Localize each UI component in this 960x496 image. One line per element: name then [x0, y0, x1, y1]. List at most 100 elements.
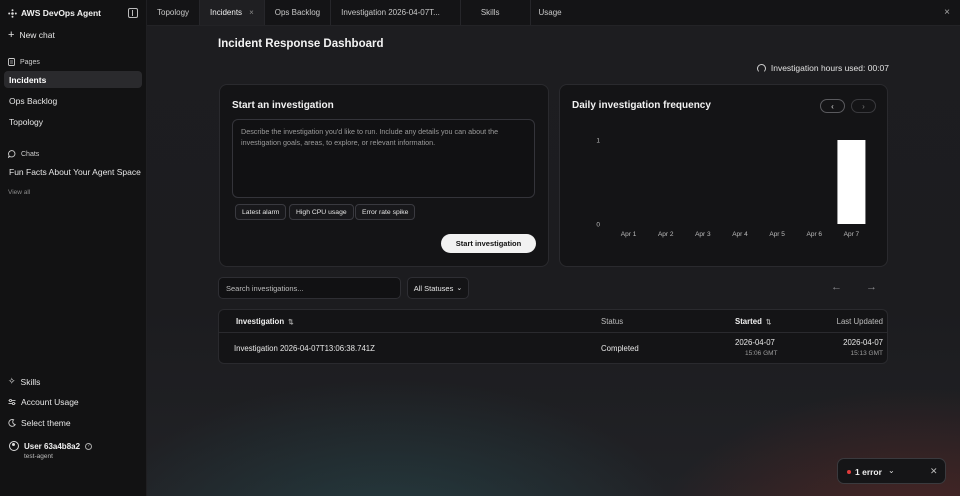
sidebar-item-ops-backlog[interactable]: Ops Backlog — [4, 92, 142, 109]
tab-investigation[interactable]: Investigation 2026-04-07T... — [331, 0, 461, 25]
column-header-status: Status — [601, 317, 623, 326]
chat-item-label: Fun Facts About Your Agent Space — [9, 166, 141, 177]
arrow-left-icon[interactable]: ← — [831, 281, 842, 293]
started-date: 2026-04-07 — [735, 338, 775, 347]
chart-bar[interactable] — [837, 140, 866, 224]
start-investigation-button[interactable]: Start investigation — [441, 234, 536, 253]
tab-label: Ops Backlog — [274, 8, 321, 17]
error-dot-icon — [847, 470, 851, 474]
column-header-started[interactable]: Started ⇅ — [735, 317, 771, 326]
column-header-investigation[interactable]: Investigation ⇅ — [236, 317, 294, 326]
help-icon[interactable]: ? — [85, 442, 93, 450]
chip-high-cpu-usage[interactable]: High CPU usage — [289, 204, 354, 220]
sidebar-item-select-theme[interactable]: Select theme — [8, 418, 71, 428]
sidebar: AWS DevOps Agent + New chat Pages Incide… — [0, 0, 147, 496]
investigation-description-input[interactable]: Describe the investigation you'd like to… — [232, 119, 535, 198]
pages-heading: Pages — [8, 58, 40, 66]
frequency-chart: 0 1 Apr 1 Apr 2 Apr 3 Apr 4 Apr 5 Apr 6 Apr 7 — [596, 138, 866, 238]
sidebar-item-topology[interactable]: Topology — [4, 113, 142, 130]
sidebar-item-incidents[interactable]: Incidents — [4, 71, 142, 88]
chats-heading-label: Chats — [21, 150, 40, 158]
sparkle-icon: ✧ — [8, 376, 16, 386]
x-tick-label: Apr 2 — [658, 231, 674, 238]
plus-icon: + — [8, 29, 15, 41]
table-row[interactable]: Investigation 2026-04-07T13:06:38.741Z C… — [219, 333, 887, 363]
start-investigation-title: Start an investigation — [232, 100, 334, 111]
tab-ops-backlog[interactable]: Ops Backlog — [265, 0, 332, 25]
view-all-link[interactable]: View all — [8, 189, 30, 196]
error-toast[interactable]: 1 error ⌄ ✕ — [837, 458, 946, 484]
pages-heading-label: Pages — [20, 58, 40, 66]
sidebar-item-label: Ops Backlog — [9, 95, 58, 106]
status-text: Completed — [601, 344, 639, 353]
x-tick-label: Apr 1 — [621, 231, 637, 238]
column-label: Investigation — [236, 317, 285, 326]
chats-heading: Chats — [8, 150, 39, 158]
gauge-icon — [756, 63, 766, 73]
status-filter-select[interactable]: All Statuses ⌄ — [407, 277, 469, 299]
x-tick-label: Apr 5 — [769, 231, 785, 238]
main-content: Incident Response Dashboard Investigatio… — [147, 26, 960, 496]
column-header-last-updated: Last Updated — [837, 317, 883, 326]
x-tick-label: Apr 6 — [807, 231, 823, 238]
user-profile[interactable]: User 63a4b8a2 ? test-agent — [9, 441, 93, 460]
chip-latest-alarm[interactable]: Latest alarm — [235, 204, 287, 220]
user-name: User 63a4b8a2 — [24, 441, 81, 451]
tab-topology[interactable]: Topology — [147, 0, 201, 25]
x-tick-label: Apr 3 — [695, 231, 711, 238]
close-icon[interactable]: × — [944, 7, 950, 18]
sliders-icon — [8, 398, 16, 406]
sidebar-item-label: Select theme — [21, 418, 71, 428]
tab-label: Incidents — [210, 8, 243, 17]
close-icon[interactable]: ✕ — [930, 466, 938, 477]
tab-skills[interactable]: Skills — [461, 0, 531, 25]
investigation-name[interactable]: Investigation 2026-04-07T13:06:38.741Z — [234, 344, 375, 353]
page-title: Incident Response Dashboard — [218, 38, 384, 50]
sort-icon: ⇅ — [765, 319, 772, 326]
new-chat-label: New chat — [19, 30, 55, 40]
tab-usage[interactable]: Usage — [531, 0, 572, 25]
tab-bar: Topology Incidents × Ops Backlog Investig… — [147, 0, 960, 26]
new-chat-button[interactable]: + New chat — [8, 29, 55, 41]
sidebar-toggle-icon[interactable] — [128, 8, 138, 18]
investigations-table: Investigation ⇅ Status Started ⇅ Last Upda… — [218, 309, 888, 364]
column-label: Started — [735, 317, 762, 326]
column-label: Last Updated — [836, 317, 883, 326]
avatar-icon — [9, 441, 19, 451]
chat-bubble-icon — [8, 150, 16, 158]
view-all-label: View all — [8, 189, 31, 196]
tab-incidents[interactable]: Incidents × — [200, 0, 265, 25]
tab-label: Topology — [157, 8, 190, 17]
sidebar-chat-item[interactable]: Fun Facts About Your Agent Space — [4, 163, 142, 180]
user-subtitle: test-agent — [24, 453, 53, 460]
frequency-chart-card: Daily investigation frequency ‹ › 0 1 Apr … — [559, 84, 888, 267]
page-icon — [8, 58, 15, 66]
investigation-hours: Investigation hours used: 00:07 — [756, 63, 889, 73]
tab-label: Usage — [538, 8, 562, 17]
brand[interactable]: AWS DevOps Agent — [8, 8, 101, 18]
status-filter-label: All Statuses — [413, 283, 454, 293]
x-tick-label: Apr 7 — [844, 231, 860, 238]
close-icon[interactable]: × — [249, 8, 254, 17]
arrow-right-icon[interactable]: → — [866, 281, 877, 293]
sidebar-item-label: Account Usage — [21, 397, 79, 407]
sidebar-item-account-usage[interactable]: Account Usage — [8, 397, 79, 407]
sidebar-item-label: Incidents — [9, 74, 47, 85]
sidebar-item-label: Skills — [20, 376, 41, 387]
hours-label: Investigation hours used: 00:07 — [770, 63, 889, 73]
chevron-down-icon[interactable]: ⌄ — [888, 466, 895, 475]
start-investigation-card: Start an investigation Describe the inve… — [219, 84, 549, 267]
tab-label: Skills — [480, 8, 500, 17]
y-tick-label: 1 — [596, 138, 600, 145]
moon-icon — [8, 419, 16, 427]
y-tick-label: 0 — [596, 222, 600, 229]
error-toast-text: 1 error — [855, 467, 882, 477]
aws-logo-icon — [8, 8, 17, 18]
updated-date: 2026-04-07 — [843, 338, 883, 347]
tab-label: Investigation 2026-04-07T... — [341, 8, 440, 17]
updated-time: 15:13 GMT — [850, 350, 883, 357]
chip-error-rate-spike[interactable]: Error rate spike — [355, 204, 416, 220]
app-name: AWS DevOps Agent — [21, 8, 101, 18]
search-input[interactable]: Search investigations... — [218, 277, 401, 299]
sidebar-item-skills[interactable]: ✧ Skills — [8, 376, 40, 387]
